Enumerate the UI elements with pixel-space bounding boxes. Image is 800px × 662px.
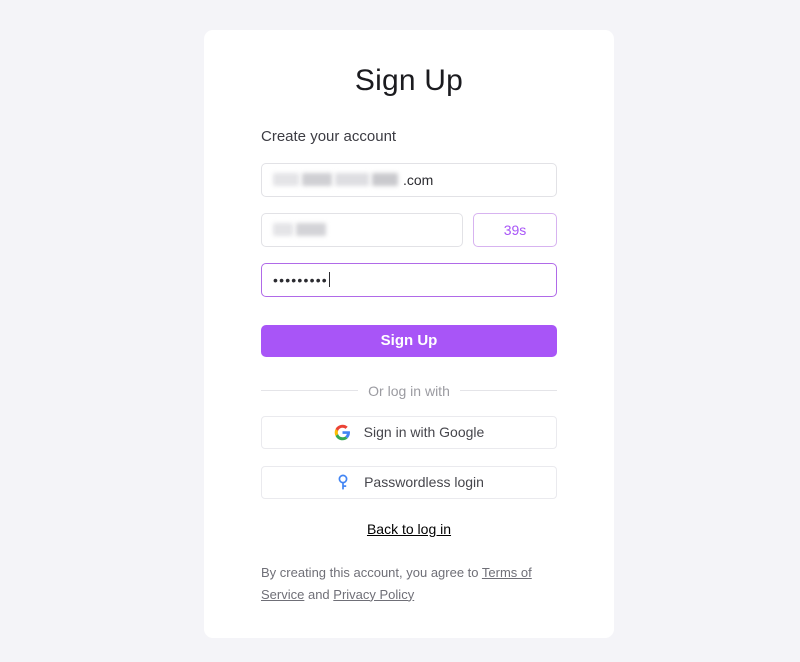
key-icon [334, 473, 352, 491]
back-to-login-link[interactable]: Back to log in [367, 521, 451, 537]
page-title: Sign Up [354, 64, 464, 97]
google-icon [334, 423, 352, 441]
redaction-block [372, 173, 398, 186]
passwordless-login-button[interactable]: Passwordless login [261, 465, 557, 499]
agreement-prefix: By creating this account, you agree to [261, 564, 482, 580]
password-field-row: ••••••••• [261, 262, 557, 297]
signup-card-content: Sign Up Create your account .com 39s •••… [261, 30, 558, 606]
verification-code-input[interactable] [261, 212, 463, 247]
redaction-block [296, 223, 326, 236]
divider-label: Or log in with [368, 382, 450, 399]
password-masked-value: ••••••••• [273, 271, 328, 288]
agreement-text: By creating this account, you agree to T… [261, 562, 557, 606]
redaction-block [273, 173, 299, 186]
passwordless-login-label: Passwordless login [364, 474, 484, 490]
divider: Or log in with [261, 382, 558, 399]
divider-line-left [261, 390, 359, 391]
form-subtitle: Create your account [261, 128, 397, 145]
email-field-row: .com [261, 162, 557, 197]
email-masked-value: .com [273, 171, 434, 188]
code-masked-value [273, 223, 329, 237]
page-root: Sign Up Create your account .com 39s •••… [0, 0, 800, 662]
sign-up-button[interactable]: Sign Up [261, 324, 557, 357]
timer-label: 39s [503, 221, 527, 238]
text-caret [328, 272, 330, 287]
code-field-row: 39s [261, 212, 557, 247]
password-input[interactable]: ••••••••• [261, 262, 557, 297]
redaction-block [335, 173, 369, 186]
email-domain-suffix: .com [403, 171, 434, 188]
send-code-timer-button[interactable]: 39s [473, 212, 557, 247]
google-sign-in-button[interactable]: Sign in with Google [261, 415, 557, 449]
redaction-block [302, 173, 332, 186]
email-input[interactable]: .com [261, 162, 557, 197]
agreement-conjunction: and [304, 586, 334, 602]
privacy-policy-link[interactable]: Privacy Policy [333, 587, 414, 602]
back-to-login-wrap: Back to log in [261, 521, 557, 539]
signup-card: Sign Up Create your account .com 39s •••… [204, 30, 614, 638]
divider-line-right [459, 390, 558, 391]
google-sign-in-label: Sign in with Google [363, 424, 485, 440]
sign-up-button-label: Sign Up [380, 332, 438, 349]
redaction-block [273, 223, 293, 236]
